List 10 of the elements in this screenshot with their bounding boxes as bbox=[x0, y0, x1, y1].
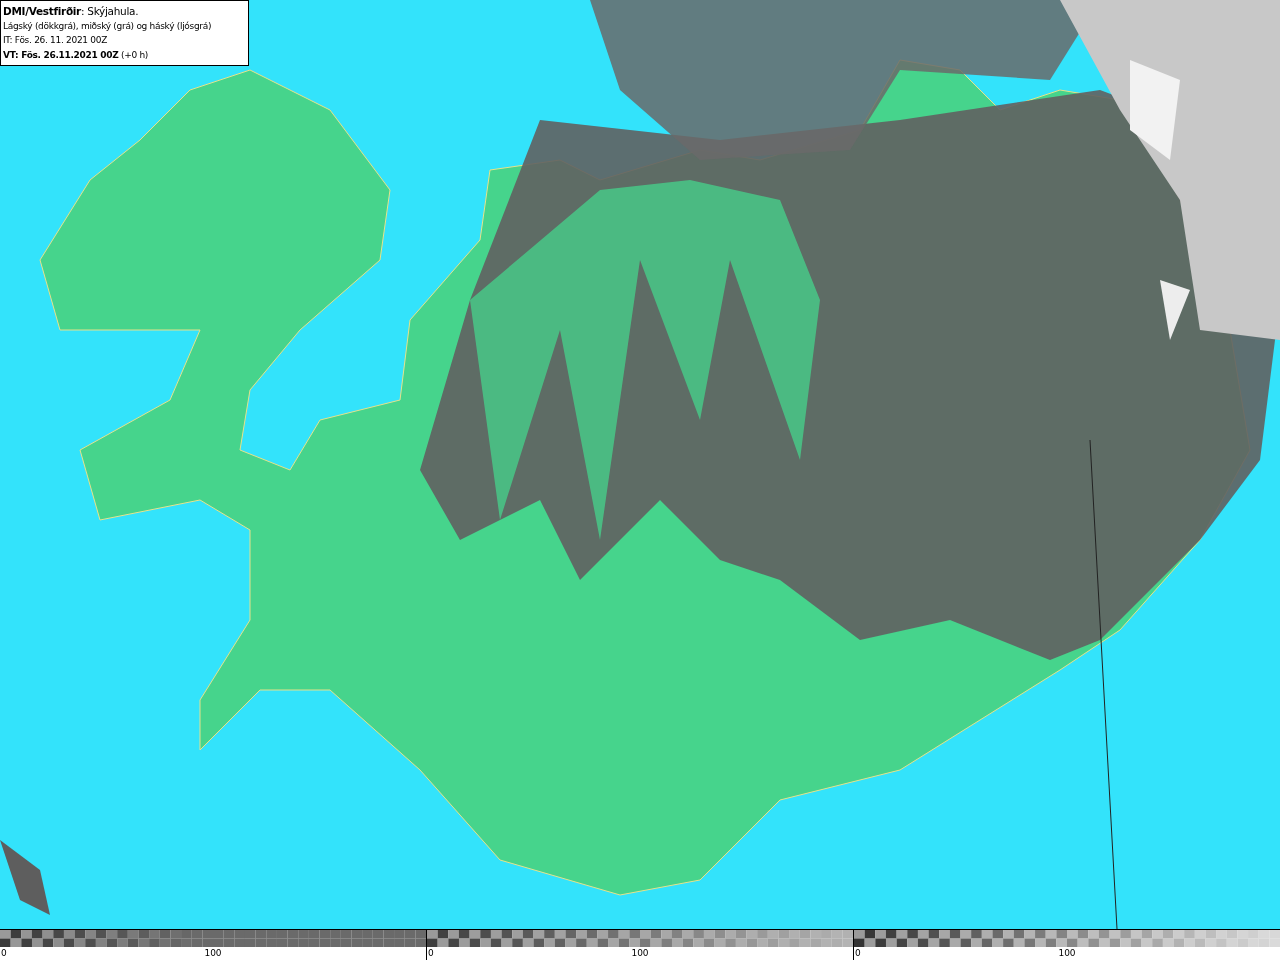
tick-label: 100 bbox=[631, 947, 649, 960]
tick-label: 0 bbox=[855, 947, 861, 960]
tick-label: 100 bbox=[1058, 947, 1076, 960]
map-description: Lágský (dökkgrá), miðský (grá) og háský (ljósgrá) bbox=[3, 19, 212, 33]
map-title: DMI/Vestfirðir: Skýjahula. bbox=[3, 4, 139, 19]
issue-time: IT: Fös. 26. 11. 2021 00Z bbox=[3, 34, 108, 47]
tick-label: 100 bbox=[204, 947, 222, 960]
tick-label: 0 bbox=[428, 947, 434, 960]
tick-label: 0 bbox=[1, 947, 7, 960]
valid-time: VT: Fös. 26.11.2021 00Z (+0 h) bbox=[3, 48, 149, 62]
